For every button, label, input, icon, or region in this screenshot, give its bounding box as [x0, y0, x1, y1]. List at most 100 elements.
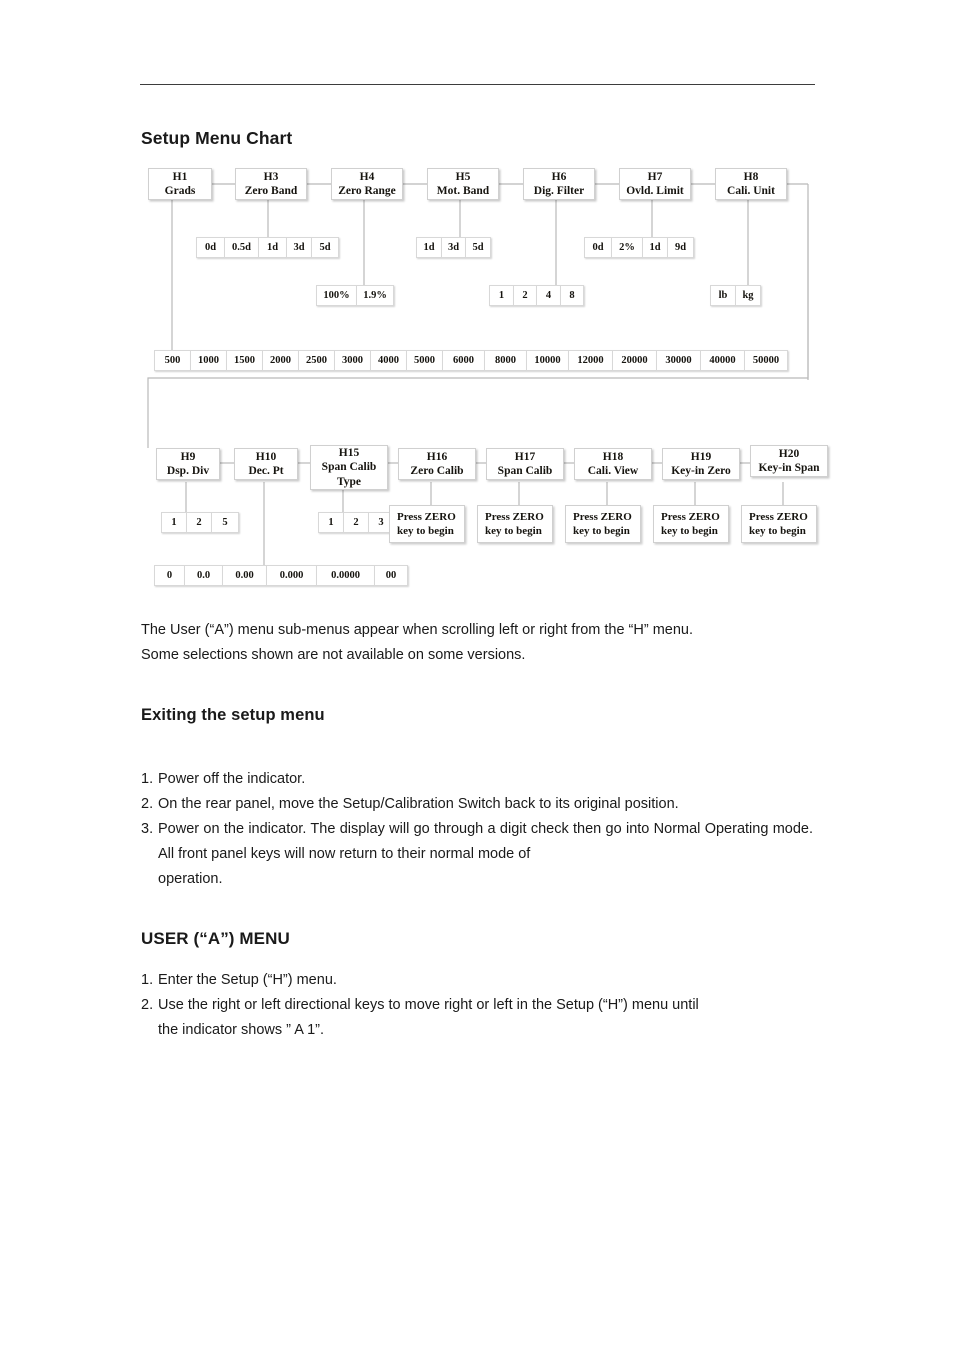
node-id: H5 [455, 170, 471, 183]
option-item[interactable]: 1 [161, 512, 186, 533]
options-zero-band: 0d 0.5d 1d 3d 5d [196, 237, 339, 258]
option-item[interactable]: 0.0 [184, 565, 222, 586]
node-id: H15 [338, 447, 360, 460]
prompt-line1: Press ZERO [661, 511, 720, 523]
option-item[interactable]: 8 [560, 285, 584, 306]
options-zero-range: 100% 1.9% [316, 285, 394, 306]
option-item[interactable]: 5d [311, 237, 339, 258]
node-h15-span-calib-type[interactable]: H15 Span Calib Type [310, 445, 388, 490]
step-text-lastline: the indicator shows ” A 1”. [158, 1021, 325, 1038]
option-item[interactable]: 5 [211, 512, 239, 533]
option-item[interactable]: 3d [441, 237, 465, 258]
node-id: H4 [359, 170, 375, 183]
option-item[interactable]: 0.000 [266, 565, 316, 586]
press-zero-prompt-h17: Press ZERO key to begin [477, 505, 553, 543]
option-item[interactable]: 00 [374, 565, 408, 586]
node-h9-dsp-div[interactable]: H9 Dsp. Div [156, 448, 220, 480]
option-item[interactable]: 2 [343, 512, 368, 533]
node-label: Dig. Filter [533, 185, 585, 197]
option-item[interactable]: 4000 [370, 350, 406, 371]
node-id: H8 [743, 170, 759, 183]
node-h16-zero-calib[interactable]: H16 Zero Calib [398, 448, 476, 480]
node-label: Cali. View [587, 465, 639, 477]
step-text-lastline: operation. [158, 870, 223, 887]
option-item[interactable]: lb [710, 285, 735, 306]
step-number: 1. [141, 771, 154, 787]
exit-step-3: 3. Power on the indicator. The display w… [141, 817, 813, 892]
option-item[interactable]: 9d [667, 237, 694, 258]
option-item[interactable]: 6000 [442, 350, 484, 371]
node-id: H9 [180, 450, 196, 463]
prompt-line1: Press ZERO [485, 511, 544, 523]
node-h10-dec-pt[interactable]: H10 Dec. Pt [234, 448, 298, 480]
option-item[interactable]: 3000 [334, 350, 370, 371]
press-zero-prompt-h16: Press ZERO key to begin [389, 505, 465, 543]
node-h3-zero-band[interactable]: H3 Zero Band [235, 168, 307, 200]
options-grads: 500 1000 1500 2000 2500 3000 4000 5000 6… [154, 350, 788, 371]
press-zero-prompt-h20: Press ZERO key to begin [741, 505, 817, 543]
node-label: Mot. Band [436, 185, 490, 197]
options-ovld-limit: 0d 2% 1d 9d [584, 237, 694, 258]
setup-menu-chart: H1 Grads H3 Zero Band H4 Zero Range H5 M… [140, 160, 828, 600]
node-id: H7 [647, 170, 663, 183]
option-item[interactable]: 1 [489, 285, 513, 306]
option-item[interactable]: 4 [536, 285, 560, 306]
node-h5-mot-band[interactable]: H5 Mot. Band [427, 168, 499, 200]
option-item[interactable]: 1 [318, 512, 343, 533]
step-text: Power off the indicator. [158, 771, 306, 787]
option-item[interactable]: 10000 [526, 350, 568, 371]
node-h18-cali-view[interactable]: H18 Cali. View [574, 448, 652, 480]
option-item[interactable]: 1d [642, 237, 667, 258]
node-label: Zero Range [338, 185, 396, 197]
option-item[interactable]: 0 [154, 565, 184, 586]
node-h8-cali-unit[interactable]: H8 Cali. Unit [715, 168, 787, 200]
node-h1-grads[interactable]: H1 Grads [148, 168, 212, 200]
option-item[interactable]: 0d [584, 237, 611, 258]
option-item[interactable]: 5d [465, 237, 491, 258]
option-item[interactable]: 40000 [700, 350, 744, 371]
option-item[interactable]: 2000 [262, 350, 298, 371]
node-h19-key-in-zero[interactable]: H19 Key-in Zero [662, 448, 740, 480]
option-item[interactable]: 5000 [406, 350, 442, 371]
node-label-line1: Span Calib [321, 461, 377, 474]
options-dec-pt: 0 0.0 0.00 0.000 0.0000 00 [154, 565, 408, 586]
header-rule [140, 84, 815, 85]
step-number: 2. [141, 997, 154, 1013]
option-item[interactable]: 20000 [612, 350, 656, 371]
option-item[interactable]: 30000 [656, 350, 700, 371]
option-item[interactable]: 1d [416, 237, 441, 258]
option-item[interactable]: 0d [196, 237, 224, 258]
option-item[interactable]: 1500 [226, 350, 262, 371]
prompt-line2: key to begin [485, 525, 542, 538]
exiting-setup-menu-title: Exiting the setup menu [141, 706, 325, 724]
option-item[interactable]: 0.00 [222, 565, 266, 586]
node-h17-span-calib[interactable]: H17 Span Calib [486, 448, 564, 480]
step-text: Use the right or left directional keys t… [158, 997, 699, 1013]
options-dsp-div: 1 2 5 [161, 512, 239, 533]
option-item[interactable]: 12000 [568, 350, 612, 371]
option-item[interactable]: 50000 [744, 350, 788, 371]
option-item[interactable]: 8000 [484, 350, 526, 371]
option-item[interactable]: 3d [286, 237, 311, 258]
option-item[interactable]: 0.5d [224, 237, 258, 258]
option-item[interactable]: 100% [316, 285, 356, 306]
option-item[interactable]: 0.0000 [316, 565, 374, 586]
option-item[interactable]: 2% [611, 237, 642, 258]
node-label: Dec. Pt [248, 465, 284, 477]
node-h7-ovld-limit[interactable]: H7 Ovld. Limit [619, 168, 691, 200]
prompt-line1: Press ZERO [573, 511, 632, 523]
option-item[interactable]: 1.9% [356, 285, 394, 306]
option-item[interactable]: 1000 [190, 350, 226, 371]
option-item[interactable]: kg [735, 285, 761, 306]
node-h20-key-in-span[interactable]: H20 Key-in Span [750, 445, 828, 477]
press-zero-prompt-h19: Press ZERO key to begin [653, 505, 729, 543]
option-item[interactable]: 2 [513, 285, 536, 306]
node-h4-zero-range[interactable]: H4 Zero Range [331, 168, 403, 200]
option-item[interactable]: 500 [154, 350, 190, 371]
node-id: H6 [551, 170, 567, 183]
option-item[interactable]: 2500 [298, 350, 334, 371]
option-item[interactable]: 1d [258, 237, 286, 258]
option-item[interactable]: 2 [186, 512, 211, 533]
node-h6-dig-filter[interactable]: H6 Dig. Filter [523, 168, 595, 200]
node-id: H16 [426, 450, 448, 463]
